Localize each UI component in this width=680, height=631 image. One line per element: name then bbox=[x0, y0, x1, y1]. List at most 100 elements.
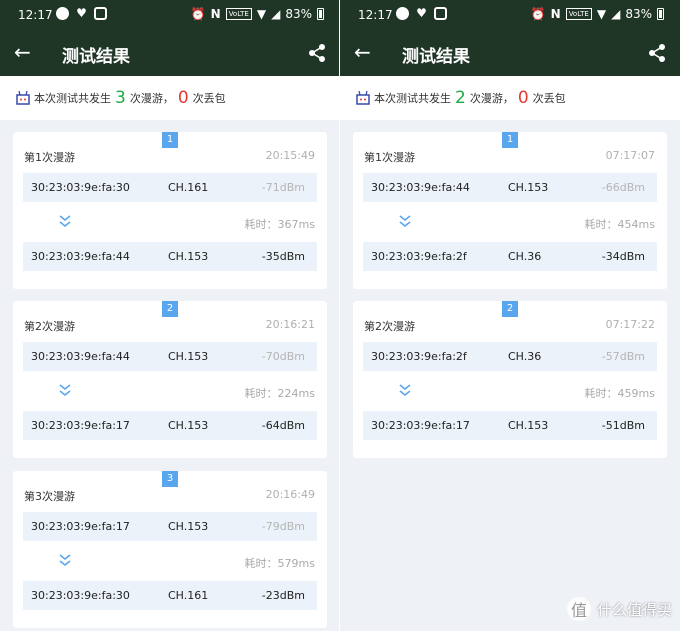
double-chevron-down-icon bbox=[59, 554, 71, 567]
target-ap-row: 30:23:03:9e:fa:17 CH.153 -51dBm bbox=[363, 411, 657, 440]
roam-title: 第1次漫游 bbox=[364, 151, 415, 164]
ap-channel: CH.153 bbox=[168, 419, 209, 432]
ap-rssi: -35dBm bbox=[261, 250, 305, 263]
target-ap-row: 30:23:03:9e:fa:44 CH.153 -35dBm bbox=[23, 242, 317, 271]
system-icons: ⏰ N VoLTE ▼ ◢ 83% bbox=[531, 7, 664, 21]
left-phone-screen: 12:17 ♥ ⏰ N VoLTE ▼ ◢ 83% ← 测试结果 本次测试共发生… bbox=[0, 0, 340, 631]
roam-title: 第3次漫游 bbox=[24, 490, 75, 503]
roam-index-badge: 2 bbox=[502, 301, 518, 317]
roam-index-badge: 3 bbox=[162, 471, 178, 487]
watermark-text: 什么值得买 bbox=[596, 600, 672, 619]
ap-rssi: -34dBm bbox=[601, 250, 645, 263]
roam-time: 20:15:49 bbox=[265, 149, 315, 162]
ap-channel: CH.36 bbox=[508, 350, 542, 363]
roam-title: 第2次漫游 bbox=[364, 320, 415, 333]
roam-card: 2 第2次漫游 20:16:21 30:23:03:9e:fa:44 CH.15… bbox=[13, 301, 327, 458]
roam-elapsed: 耗时：459ms bbox=[584, 387, 655, 400]
battery-icon bbox=[657, 8, 664, 20]
ap-channel: CH.161 bbox=[168, 181, 209, 194]
ap-channel: CH.153 bbox=[508, 419, 549, 432]
roam-card: 1 第1次漫游 20:15:49 30:23:03:9e:fa:30 CH.16… bbox=[13, 132, 327, 289]
target-ap-row: 30:23:03:9e:fa:17 CH.153 -64dBm bbox=[23, 411, 317, 440]
share-icon[interactable] bbox=[648, 43, 666, 67]
ap-rssi: -79dBm bbox=[261, 520, 305, 533]
heart-notification-icon: ♥ bbox=[76, 6, 87, 20]
ap-mac: 30:23:03:9e:fa:17 bbox=[371, 419, 470, 432]
router-icon bbox=[356, 91, 370, 105]
status-bar: 12:17 ♥ ⏰ N VoLTE ▼ ◢ 83% bbox=[340, 0, 680, 31]
packet-loss-count: 0 bbox=[517, 88, 529, 108]
ap-rssi: -71dBm bbox=[261, 181, 305, 194]
chat-notification-icon bbox=[396, 7, 409, 20]
wifi-icon: ▼ bbox=[596, 7, 607, 21]
roam-count: 3 bbox=[115, 88, 126, 108]
source-ap-row: 30:23:03:9e:fa:2f CH.36 -57dBm bbox=[363, 342, 657, 371]
notification-icons: ♥ bbox=[56, 7, 107, 20]
ap-rssi: -64dBm bbox=[261, 419, 305, 432]
ap-mac: 30:23:03:9e:fa:44 bbox=[371, 181, 470, 194]
nfc-icon: N bbox=[210, 7, 221, 21]
source-ap-row: 30:23:03:9e:fa:44 CH.153 -66dBm bbox=[363, 173, 657, 202]
double-chevron-down-icon bbox=[59, 215, 71, 228]
source-ap-row: 30:23:03:9e:fa:44 CH.153 -70dBm bbox=[23, 342, 317, 371]
ap-channel: CH.153 bbox=[168, 350, 209, 363]
ap-rssi: -70dBm bbox=[261, 350, 305, 363]
roam-time: 20:16:21 bbox=[265, 318, 315, 331]
image-notification-icon bbox=[434, 7, 447, 20]
source-ap-row: 30:23:03:9e:fa:30 CH.161 -71dBm bbox=[23, 173, 317, 202]
battery-percent: 83% bbox=[285, 7, 312, 21]
ap-mac: 30:23:03:9e:fa:30 bbox=[31, 181, 130, 194]
roam-card: 2 第2次漫游 07:17:22 30:23:03:9e:fa:2f CH.36… bbox=[353, 301, 667, 458]
ap-channel: CH.36 bbox=[508, 250, 542, 263]
alarm-icon: ⏰ bbox=[190, 7, 206, 21]
system-icons: ⏰ N VoLTE ▼ ◢ 83% bbox=[191, 7, 324, 21]
roam-elapsed: 耗时：454ms bbox=[584, 218, 655, 231]
roam-count: 2 bbox=[455, 88, 466, 108]
roam-card: 3 第3次漫游 20:16:49 30:23:03:9e:fa:17 CH.15… bbox=[13, 471, 327, 628]
chat-notification-icon bbox=[56, 7, 69, 20]
status-time: 12:17 bbox=[358, 8, 393, 22]
status-time: 12:17 bbox=[18, 8, 53, 22]
roam-title: 第2次漫游 bbox=[24, 320, 75, 333]
nfc-icon: N bbox=[550, 7, 561, 21]
ap-rssi: -66dBm bbox=[601, 181, 645, 194]
ap-mac: 30:23:03:9e:fa:2f bbox=[371, 250, 467, 263]
back-button[interactable]: ← bbox=[354, 41, 371, 63]
source-ap-row: 30:23:03:9e:fa:17 CH.153 -79dBm bbox=[23, 512, 317, 541]
roam-time: 07:17:07 bbox=[605, 149, 655, 162]
back-button[interactable]: ← bbox=[14, 41, 31, 63]
roam-time: 20:16:49 bbox=[265, 488, 315, 501]
test-summary: 本次测试共发生 2 次漫游， 0 次丢包 bbox=[340, 76, 680, 120]
summary-mid: 次漫游， bbox=[129, 92, 174, 105]
battery-icon bbox=[317, 8, 324, 20]
status-bar: 12:17 ♥ ⏰ N VoLTE ▼ ◢ 83% bbox=[0, 0, 340, 31]
ap-mac: 30:23:03:9e:fa:17 bbox=[31, 419, 130, 432]
battery-percent: 83% bbox=[625, 7, 652, 21]
page-title: 测试结果 bbox=[62, 47, 130, 67]
wifi-icon: ▼ bbox=[256, 7, 267, 21]
ap-rssi: -23dBm bbox=[261, 589, 305, 602]
roam-index-badge: 2 bbox=[162, 301, 178, 317]
summary-mid: 次漫游， bbox=[469, 92, 514, 105]
roam-elapsed: 耗时：367ms bbox=[244, 218, 315, 231]
share-icon[interactable] bbox=[308, 43, 326, 67]
ap-mac: 30:23:03:9e:fa:44 bbox=[31, 250, 130, 263]
packet-loss-count: 0 bbox=[177, 88, 189, 108]
ap-mac: 30:23:03:9e:fa:2f bbox=[371, 350, 467, 363]
ap-channel: CH.153 bbox=[168, 250, 209, 263]
ap-mac: 30:23:03:9e:fa:17 bbox=[31, 520, 130, 533]
notification-icons: ♥ bbox=[396, 7, 447, 20]
ap-rssi: -57dBm bbox=[601, 350, 645, 363]
ap-channel: CH.153 bbox=[168, 520, 209, 533]
summary-suffix: 次丢包 bbox=[192, 92, 226, 105]
heart-notification-icon: ♥ bbox=[416, 6, 427, 20]
ap-channel: CH.153 bbox=[508, 181, 549, 194]
summary-prefix: 本次测试共发生 bbox=[34, 92, 111, 105]
summary-prefix: 本次测试共发生 bbox=[374, 92, 451, 105]
ap-mac: 30:23:03:9e:fa:30 bbox=[31, 589, 130, 602]
app-bar: ← 测试结果 bbox=[340, 31, 680, 76]
ap-rssi: -51dBm bbox=[601, 419, 645, 432]
image-notification-icon bbox=[94, 7, 107, 20]
volte-icon: VoLTE bbox=[565, 8, 592, 20]
double-chevron-down-icon bbox=[399, 384, 411, 397]
